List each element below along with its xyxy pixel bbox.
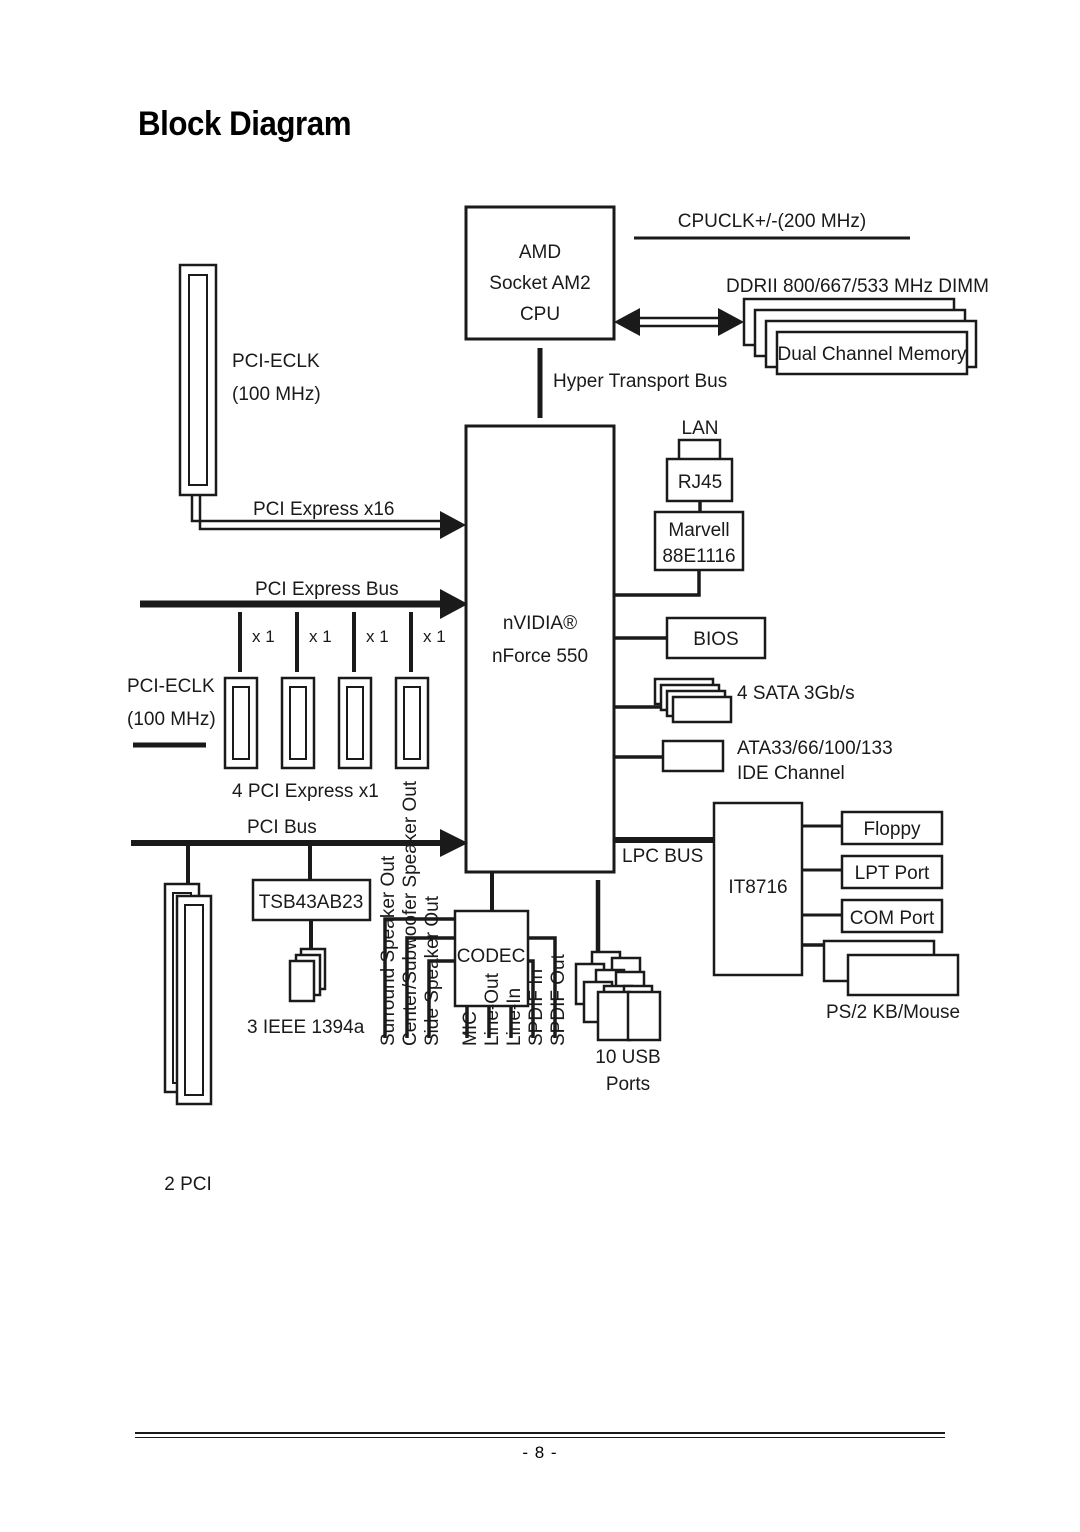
pcie-x16-arrowhead — [440, 511, 466, 539]
audio-label-surround-speaker-out: Surround Speaker Out — [378, 855, 399, 1046]
cpu-label-line-3: CPU — [520, 304, 560, 325]
audio-label-side-speaker-out: Side Speaker Out — [422, 895, 443, 1046]
ps2-connector-1 — [846, 953, 960, 997]
sata-label: 4 SATA 3Gb/s — [737, 683, 855, 704]
hypertransport-label: Hyper Transport Bus — [553, 371, 727, 392]
chipset-label-line-1: nVIDIA® — [503, 613, 577, 634]
pcie-x1-slot-4-inner — [403, 686, 421, 760]
ide-label-line-1: ATA33/66/100/133 — [737, 738, 893, 759]
firewire-chip-label: TSB43AB23 — [259, 892, 364, 913]
pcie-bus-arrowhead — [440, 589, 468, 619]
pcie-lane-label-2: x 1 — [309, 627, 332, 646]
cpuclk-label: CPUCLK+/-(200 MHz) — [678, 211, 866, 232]
pci-eclk-top-label: PCI-ECLK — [232, 351, 320, 372]
ide-connector-block — [661, 739, 725, 773]
audio-label-line-in: Line-In — [504, 988, 525, 1046]
pcie-lane-label-3: x 1 — [366, 627, 389, 646]
footer-divider-thin — [135, 1437, 945, 1438]
com-label: COM Port — [850, 908, 935, 929]
pcie-x16-slot-inner — [188, 274, 208, 486]
audio-label-mic: MIC — [460, 1011, 481, 1046]
cpu-label-line-2: Socket AM2 — [489, 273, 590, 294]
lpc-bus-label: LPC BUS — [622, 846, 703, 867]
phy-label-line-1: Marvell — [668, 520, 729, 541]
chipset-label-line-2: nForce 550 — [492, 646, 588, 667]
phy-label-line-2: 88E1116 — [662, 546, 735, 567]
memory-bus-arrow-right — [718, 308, 744, 336]
pci-slot-1-inner — [184, 904, 204, 1096]
pci-slots-label: 2 PCI — [164, 1174, 212, 1195]
footer-divider — [135, 1432, 945, 1434]
bios-label: BIOS — [693, 629, 738, 650]
audio-label-spdif-in: SPDIF In — [526, 969, 547, 1046]
pcie-x16-label: PCI Express x16 — [253, 499, 395, 520]
pcie-lane-label-4: x 1 — [423, 627, 446, 646]
audio-label-line-out: Line-Out — [482, 972, 503, 1046]
dimm-label: DDRII 800/667/533 MHz DIMM — [726, 276, 989, 297]
ps2-label: PS/2 KB/Mouse — [826, 1002, 960, 1023]
usb-port-2 — [596, 990, 632, 1042]
lan-label: LAN — [682, 418, 719, 439]
phy-chipset-link — [614, 570, 701, 597]
usb-port-stack — [574, 950, 662, 1042]
ide-label-line-2: IDE Channel — [737, 763, 845, 784]
floppy-label: Floppy — [863, 819, 921, 840]
rj45-label: RJ45 — [678, 472, 722, 493]
audio-label-center-subwoofer-speaker-out: Center/Subwoofer Speaker Out — [400, 780, 421, 1046]
pci-eclk-bottom-freq: (100 MHz) — [127, 709, 216, 730]
memory-bus-arrow-left — [614, 308, 640, 336]
sata-port-1 — [671, 695, 733, 724]
usb-label-line-2: Ports — [606, 1074, 650, 1095]
codec-label: CODEC — [457, 946, 526, 967]
pcie-x1-slot-2-inner — [289, 686, 307, 760]
pci-bus-arrowhead — [440, 829, 468, 857]
pcie-x1-slot-3-inner — [346, 686, 364, 760]
pcie-x1-slot-1-inner — [232, 686, 250, 760]
pci-bus-label: PCI Bus — [247, 817, 317, 838]
page-number: - 8 - — [522, 1443, 558, 1462]
superio-label: IT8716 — [728, 877, 787, 898]
pcie-bus-label: PCI Express Bus — [255, 579, 399, 600]
cpu-label-line-1: AMD — [519, 242, 561, 263]
block-diagram: AMD Socket AM2 CPU CPUCLK+/-(200 MHz) DD… — [127, 205, 989, 1195]
pcie-x1-count-label: 4 PCI Express x1 — [232, 781, 379, 802]
memory-label: Dual Channel Memory — [777, 344, 967, 365]
lpt-label: LPT Port — [855, 863, 930, 884]
ieee1394-label: 3 IEEE 1394a — [247, 1017, 365, 1038]
ieee1394-port-1 — [288, 959, 316, 1003]
pcie-lane-label-1: x 1 — [252, 627, 275, 646]
usb-label-line-1: 10 USB — [595, 1047, 660, 1068]
pcie-x1-slots — [223, 676, 430, 770]
audio-label-spdif-out: SPDIF Out — [548, 953, 569, 1046]
usb-port-1 — [626, 990, 662, 1042]
pci-eclk-bottom-label: PCI-ECLK — [127, 676, 215, 697]
pci-eclk-top-freq: (100 MHz) — [232, 384, 321, 405]
document-page: Block Diagram AMD Socket AM2 CPU CPUCLK+… — [0, 0, 1080, 1532]
